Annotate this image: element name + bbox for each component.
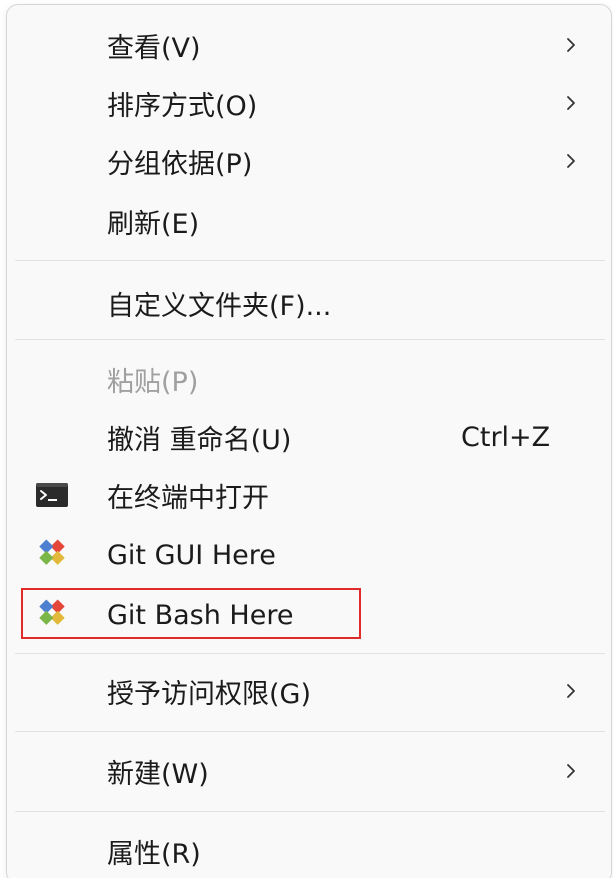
menu-separator: [15, 339, 605, 340]
menu-item-label: 撤消 重命名(U): [107, 424, 292, 456]
menu-item-open-terminal[interactable]: 在终端中打开: [15, 467, 603, 523]
menu-item-label: 授予访问权限(G): [107, 678, 311, 710]
menu-item-undo-rename[interactable]: 撤消 重命名(U) Ctrl+Z: [15, 409, 603, 465]
shortcut-label: Ctrl+Z: [461, 421, 551, 453]
menu-item-git-bash[interactable]: Git Bash Here: [15, 587, 603, 643]
menu-separator: [15, 731, 605, 732]
chevron-right-icon: [567, 764, 575, 778]
context-menu: 查看(V) 排序方式(O) 分组依据(P) 刷新(E) 自定义文件夹(F)...…: [6, 4, 612, 878]
menu-item-label: 分组依据(P): [107, 148, 253, 180]
menu-item-label: 自定义文件夹(F)...: [107, 290, 332, 322]
chevron-right-icon: [567, 154, 575, 168]
git-icon: [39, 539, 65, 565]
menu-separator: [15, 811, 605, 812]
menu-item-group-by[interactable]: 分组依据(P): [15, 133, 603, 189]
menu-item-paste: 粘贴(P): [15, 351, 603, 407]
chevron-right-icon: [567, 38, 575, 52]
menu-item-label: Git Bash Here: [107, 599, 294, 631]
menu-item-view[interactable]: 查看(V): [15, 17, 603, 73]
menu-item-label: 在终端中打开: [107, 482, 269, 514]
git-icon: [39, 599, 65, 625]
chevron-right-icon: [567, 96, 575, 110]
menu-item-label: 刷新(E): [107, 208, 200, 240]
menu-item-label: Git GUI Here: [107, 539, 276, 571]
menu-item-git-gui[interactable]: Git GUI Here: [15, 527, 603, 583]
terminal-icon: [36, 483, 68, 507]
menu-item-label: 查看(V): [107, 32, 201, 64]
menu-item-grant-access[interactable]: 授予访问权限(G): [15, 663, 603, 719]
menu-item-refresh[interactable]: 刷新(E): [15, 193, 603, 249]
menu-item-sort[interactable]: 排序方式(O): [15, 75, 603, 131]
menu-item-new[interactable]: 新建(W): [15, 743, 603, 799]
menu-item-properties[interactable]: 属性(R): [15, 823, 603, 878]
menu-separator: [15, 653, 605, 654]
menu-item-label: 属性(R): [107, 838, 201, 870]
menu-separator: [15, 260, 605, 261]
menu-item-label: 新建(W): [107, 758, 209, 790]
menu-item-customize-folder[interactable]: 自定义文件夹(F)...: [15, 275, 603, 331]
menu-item-label: 粘贴(P): [107, 366, 199, 398]
chevron-right-icon: [567, 684, 575, 698]
menu-item-label: 排序方式(O): [107, 90, 258, 122]
